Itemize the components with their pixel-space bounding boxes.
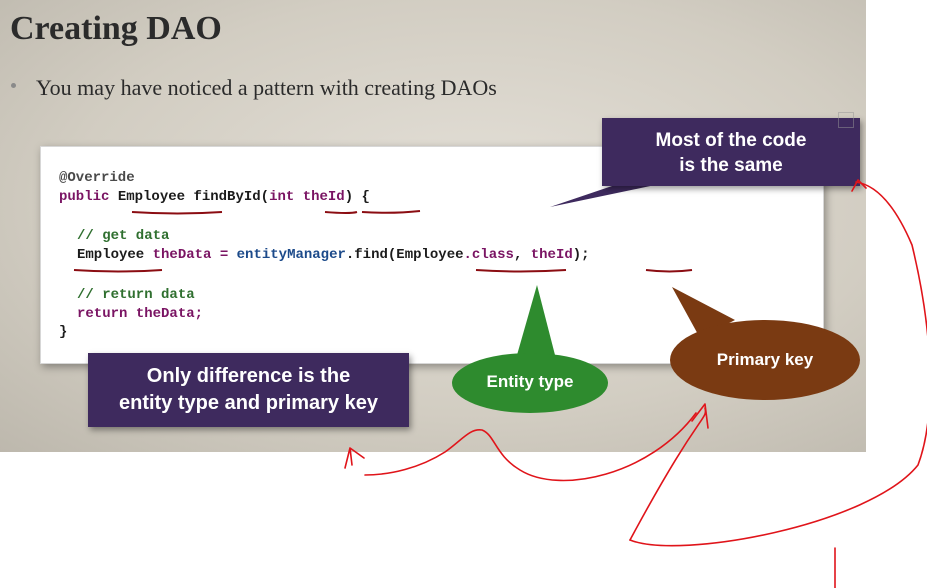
primary-key-bubble (670, 287, 860, 400)
primary-key-label: Primary key (716, 350, 814, 369)
slide: Creating DAO You may have noticed a patt… (0, 0, 866, 452)
